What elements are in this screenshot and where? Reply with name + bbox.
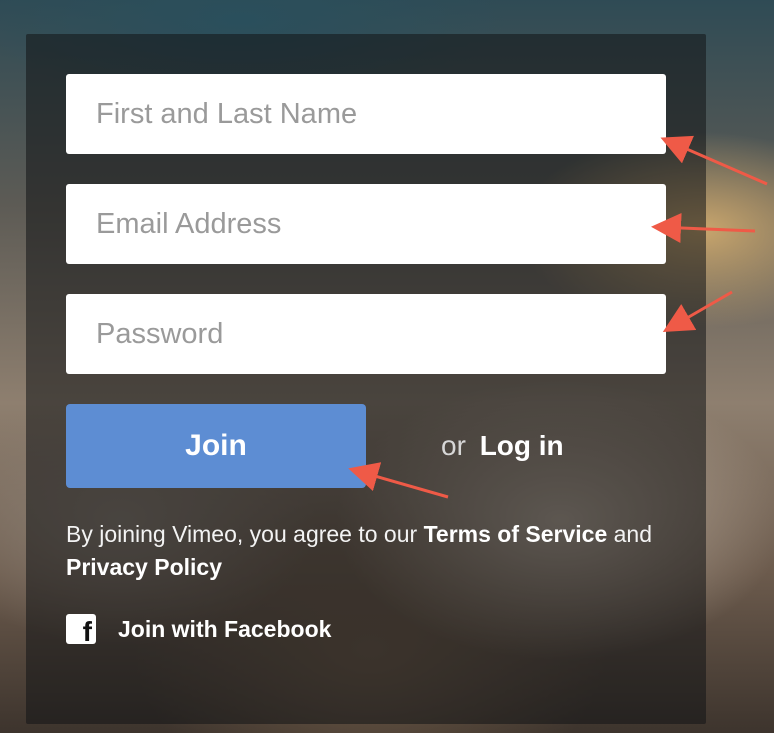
privacy-link[interactable]: Privacy Policy [66, 554, 222, 580]
legal-text: By joining Vimeo, you agree to our Terms… [66, 518, 666, 584]
legal-and: and [607, 521, 653, 547]
facebook-join-button[interactable]: f Join with Facebook [66, 614, 331, 644]
login-prompt: or Log in [441, 430, 564, 462]
signup-panel: Join or Log in By joining Vimeo, you agr… [26, 34, 706, 724]
terms-link[interactable]: Terms of Service [424, 521, 608, 547]
legal-prefix: By joining Vimeo, you agree to our [66, 521, 424, 547]
name-input[interactable] [66, 74, 666, 154]
email-input[interactable] [66, 184, 666, 264]
facebook-icon: f [66, 614, 96, 644]
or-label: or [441, 430, 466, 461]
join-button[interactable]: Join [66, 404, 366, 488]
facebook-join-label: Join with Facebook [118, 615, 332, 642]
login-link[interactable]: Log in [480, 430, 564, 461]
password-input[interactable] [66, 294, 666, 374]
